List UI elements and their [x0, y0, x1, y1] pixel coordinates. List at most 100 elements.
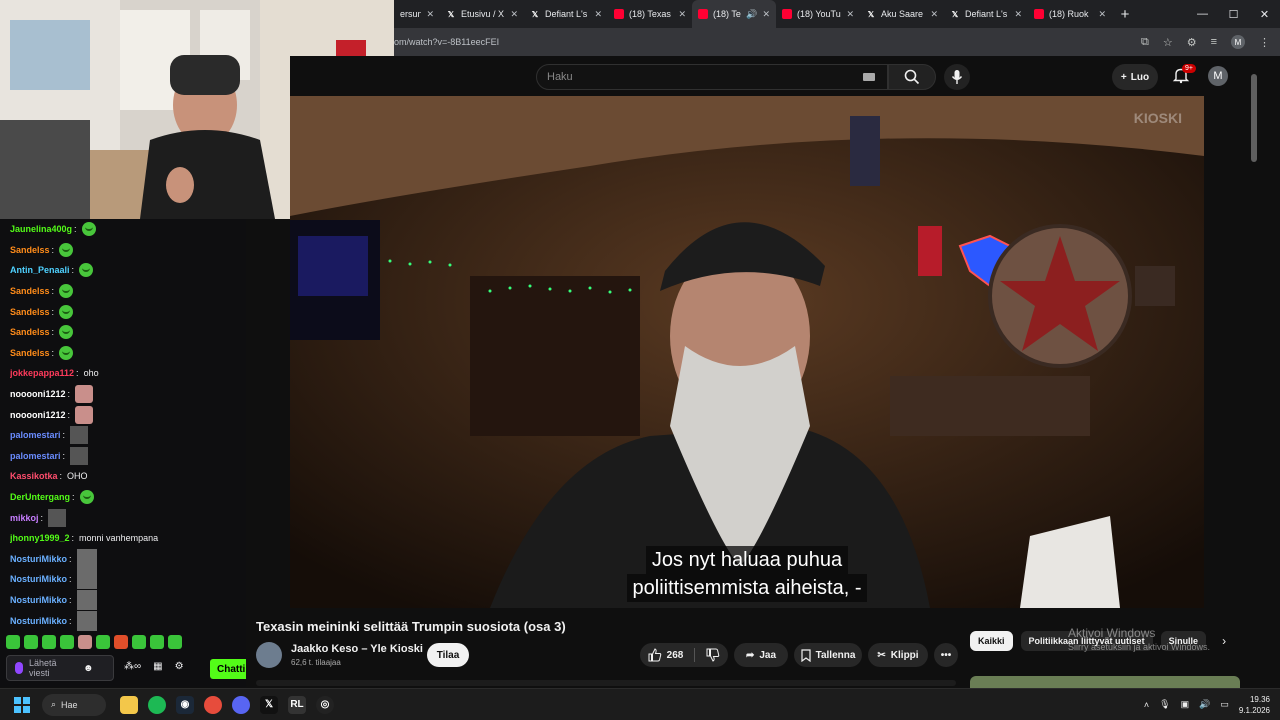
browser-tab[interactable]: ersun ✕: [394, 0, 440, 28]
tab-close-icon[interactable]: ✕: [678, 9, 686, 20]
chat-input[interactable]: Lähetä viesti ☻: [6, 655, 114, 681]
profile-avatar[interactable]: M: [1231, 35, 1245, 49]
chat-username[interactable]: Kassikotka: [10, 471, 58, 481]
chat-username[interactable]: Sandelss: [10, 307, 50, 317]
install-app-icon[interactable]: ⧉: [1141, 36, 1149, 49]
related-video-thumbnail[interactable]: [970, 676, 1240, 688]
browser-tab[interactable]: (18) Texas ✕: [608, 0, 692, 28]
chat-username[interactable]: NosturiMikko: [10, 554, 67, 564]
chat-username[interactable]: NosturiMikko: [10, 616, 67, 626]
maximize-icon[interactable]: ☐: [1218, 8, 1249, 21]
chat-mic-icon[interactable]: [15, 662, 23, 674]
steam-icon[interactable]: ◉: [176, 695, 194, 714]
chat-username[interactable]: nooooni1212: [10, 389, 66, 399]
emote-button[interactable]: [168, 635, 182, 649]
search-button[interactable]: [888, 64, 936, 90]
keyboard-icon[interactable]: [863, 73, 875, 81]
like-button[interactable]: 268: [648, 648, 683, 662]
chat-send-button[interactable]: Chatti: [210, 659, 246, 679]
video-player[interactable]: KIOSKI Jos nyt haluaa puhua poliittisemm…: [290, 96, 1204, 608]
browser-tab[interactable]: (18) YouTu ✕: [776, 0, 860, 28]
chat-username[interactable]: jhonny1999_2: [10, 533, 70, 543]
emote-button[interactable]: [132, 635, 146, 649]
thumbs-down-icon[interactable]: [706, 648, 720, 662]
browser-tab[interactable]: 𝕏 Defiant L's ✕: [524, 0, 608, 28]
chevron-up-icon[interactable]: ˄: [1144, 700, 1149, 710]
chat-username[interactable]: palomestari: [10, 451, 61, 461]
browser-tab-active[interactable]: (18) Te 🔊 ✕: [692, 0, 776, 28]
chat-username[interactable]: NosturiMikko: [10, 595, 67, 605]
chat-username[interactable]: Sandelss: [10, 245, 50, 255]
chat-username[interactable]: palomestari: [10, 430, 61, 440]
tab-close-icon[interactable]: ✕: [762, 9, 770, 20]
chat-extension-icon[interactable]: ⁂∞: [124, 661, 141, 672]
create-button[interactable]: + Luo: [1112, 64, 1158, 90]
rl-app-icon[interactable]: RL: [288, 695, 306, 714]
url-field[interactable]: om/watch?v=-8B11eecFEI: [394, 37, 499, 47]
tab-close-icon[interactable]: ✕: [1098, 9, 1106, 20]
bookmark-star-icon[interactable]: ☆: [1163, 36, 1173, 49]
channel-name[interactable]: Jaakko Keso – Yle Kioski: [291, 643, 423, 655]
more-actions-button[interactable]: •••: [934, 643, 958, 667]
chat-username[interactable]: mikkoj: [10, 513, 39, 523]
tab-close-icon[interactable]: ✕: [846, 9, 854, 20]
emoji-icon[interactable]: ☻: [83, 663, 94, 674]
discord-icon[interactable]: [232, 695, 250, 714]
scrollbar-thumb[interactable]: [1251, 74, 1257, 162]
emote-button[interactable]: [24, 635, 38, 649]
emote-button[interactable]: [60, 635, 74, 649]
tab-close-icon[interactable]: ✕: [426, 9, 434, 20]
tab-close-icon[interactable]: ✕: [510, 9, 518, 20]
browser-tab[interactable]: 𝕏 Etusivu / X ✕: [440, 0, 524, 28]
clip-button[interactable]: ✂ Klippi: [868, 643, 928, 667]
chat-username[interactable]: Sandelss: [10, 327, 50, 337]
emote-button[interactable]: [96, 635, 110, 649]
chevron-right-icon[interactable]: ›: [1222, 634, 1226, 648]
emote-button[interactable]: [150, 635, 164, 649]
chat-settings-icon[interactable]: ⚙: [175, 661, 184, 672]
battery-icon[interactable]: ▭: [1220, 699, 1229, 710]
speaker-icon[interactable]: 🔊: [746, 9, 757, 20]
taskbar-clock[interactable]: 19.36 9.1.2026: [1239, 694, 1270, 716]
save-button[interactable]: Tallenna: [794, 643, 862, 667]
taskbar-search[interactable]: ⌕ Hae: [42, 693, 106, 716]
chat-username[interactable]: Sandelss: [10, 286, 50, 296]
spotify-icon[interactable]: [148, 695, 166, 714]
emote-button[interactable]: [114, 635, 128, 649]
search-input[interactable]: Haku: [536, 64, 888, 90]
emote-button[interactable]: [6, 635, 20, 649]
chrome-icon[interactable]: [204, 695, 222, 714]
browser-tab[interactable]: 𝕏 Defiant L's ✕: [944, 0, 1028, 28]
tab-close-icon[interactable]: ✕: [1014, 9, 1022, 20]
chat-username[interactable]: NosturiMikko: [10, 574, 67, 584]
volume-icon[interactable]: 🔊: [1199, 699, 1210, 710]
chat-store-icon[interactable]: ▦: [153, 661, 162, 672]
share-button[interactable]: ➦ Jaa: [734, 643, 788, 667]
emote-button[interactable]: [42, 635, 56, 649]
voice-search-button[interactable]: [944, 64, 970, 90]
chat-username[interactable]: Jaunelina400g: [10, 224, 72, 234]
emote-button[interactable]: [78, 635, 92, 649]
network-icon[interactable]: ▣: [1181, 699, 1190, 710]
browser-tab[interactable]: (18) Ruok ✕: [1028, 0, 1112, 28]
chat-username[interactable]: nooooni1212: [10, 410, 66, 420]
chat-username[interactable]: Sandelss: [10, 348, 50, 358]
description-box[interactable]: [256, 680, 956, 686]
notifications-button[interactable]: 9+: [1172, 64, 1196, 88]
file-explorer-icon[interactable]: [120, 695, 138, 714]
subscribe-button[interactable]: Tilaa: [427, 643, 469, 667]
chat-username[interactable]: DerUntergang: [10, 492, 70, 502]
windows-start-icon[interactable]: [14, 696, 30, 713]
page-scrollbar[interactable]: [1248, 56, 1260, 688]
extensions-icon[interactable]: ⚙: [1187, 36, 1197, 49]
minimize-icon[interactable]: —: [1187, 8, 1218, 21]
tab-close-icon[interactable]: ✕: [594, 9, 602, 20]
browser-tab[interactable]: 𝕏 Aku Saare ✕: [860, 0, 944, 28]
kebab-menu-icon[interactable]: ⋮: [1259, 36, 1270, 49]
tab-close-icon[interactable]: ✕: [930, 9, 938, 20]
mic-tray-icon[interactable]: 🎙: [1159, 699, 1170, 710]
chat-username[interactable]: jokkepappa112: [10, 368, 74, 378]
media-controls-icon[interactable]: ≡: [1211, 36, 1217, 48]
x-app-icon[interactable]: 𝕏: [260, 695, 278, 714]
chip-all[interactable]: Kaikki: [970, 631, 1013, 651]
